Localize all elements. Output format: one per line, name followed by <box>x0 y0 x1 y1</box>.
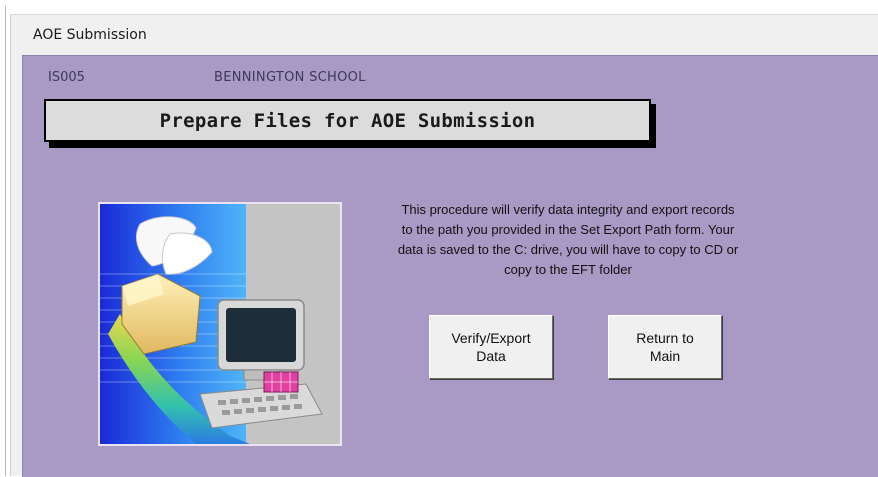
school-name: BENNINGTON SCHOOL <box>214 70 366 85</box>
verify-export-data-label: Verify/Export Data <box>451 330 531 364</box>
procedure-description: This procedure will verify data integrit… <box>397 202 739 277</box>
return-to-main-button[interactable]: Return to Main <box>608 315 722 379</box>
title-bar[interactable]: AOE Submission <box>11 15 878 53</box>
verify-export-data-button[interactable]: Verify/Export Data <box>429 315 553 379</box>
window-edge <box>5 6 6 476</box>
page-title-banner: Prepare Files for AOE Submission <box>44 99 651 142</box>
school-id: IS005 <box>48 70 85 85</box>
page-title: Prepare Files for AOE Submission <box>159 109 536 132</box>
return-to-main-label: Return to Main <box>636 330 694 364</box>
window-title: AOE Submission <box>33 27 147 43</box>
document-to-computer-icon <box>98 202 342 446</box>
aoe-submission-window: AOE Submission IS005 BENNINGTON SCHOOL P… <box>10 14 878 477</box>
aoe-submission-form: IS005 BENNINGTON SCHOOL Prepare Files fo… <box>22 55 878 477</box>
